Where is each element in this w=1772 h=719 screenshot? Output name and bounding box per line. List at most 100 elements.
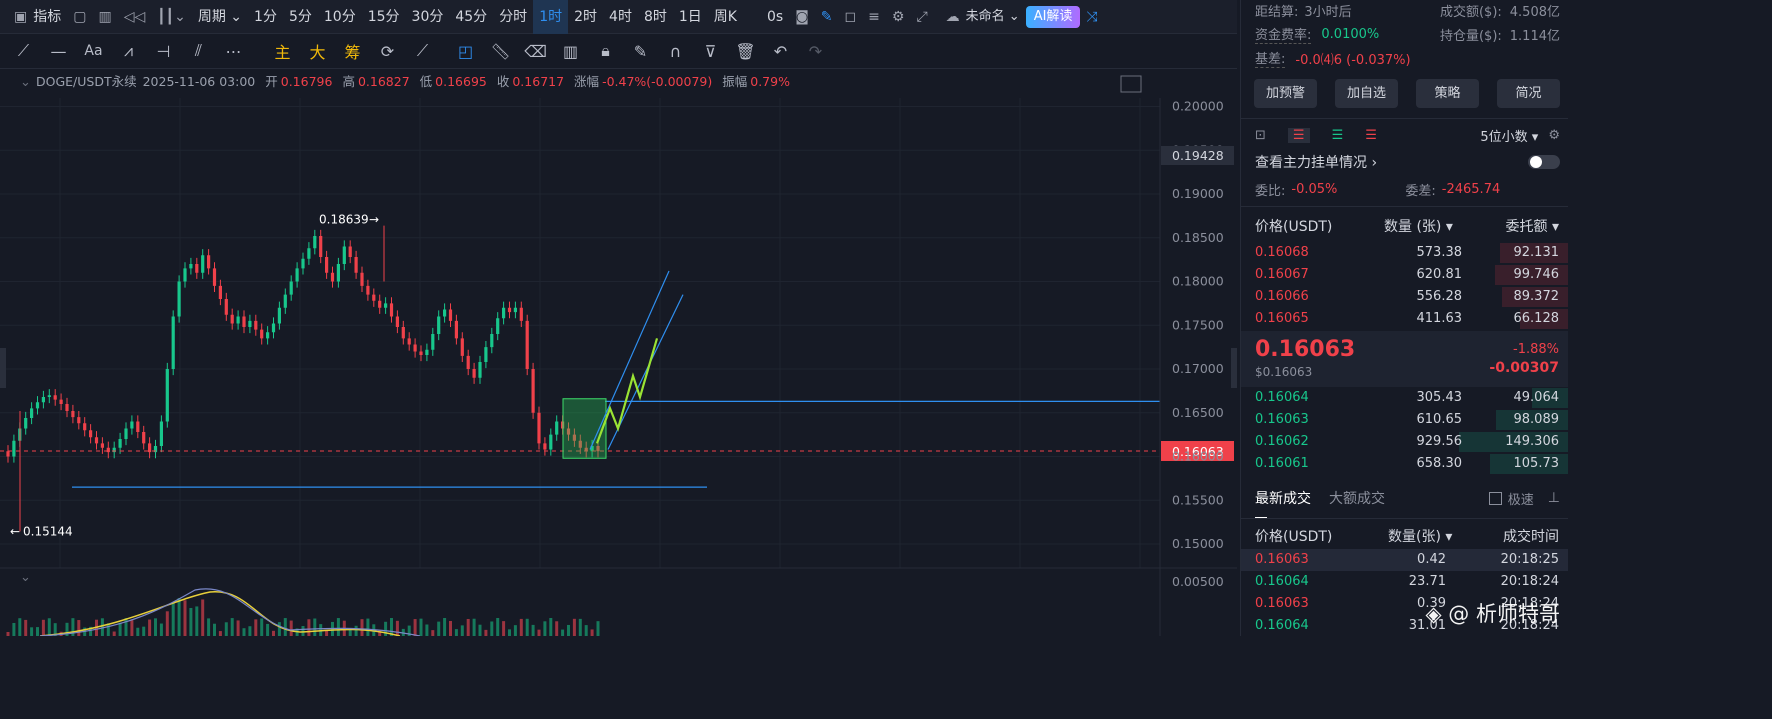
parallel-tool-icon[interactable]: ⫽ bbox=[181, 41, 216, 61]
main-indicator-button[interactable]: 主 bbox=[265, 39, 300, 63]
chips-button[interactable]: 筹 bbox=[335, 39, 370, 63]
timeframe-0[interactable]: 1分 bbox=[248, 0, 283, 34]
pen-icon[interactable]: ✎ bbox=[815, 9, 839, 25]
strategy-button[interactable]: 策略 bbox=[1416, 79, 1479, 108]
tab-large-trades[interactable]: 大额成交 bbox=[1329, 488, 1385, 508]
delete-icon[interactable]: 🗑︎ bbox=[728, 42, 763, 61]
timeframe-2[interactable]: 10分 bbox=[318, 0, 362, 34]
ruler-icon[interactable]: 📏︎ bbox=[483, 42, 518, 61]
period-dropdown[interactable]: 周期 ⌄ bbox=[192, 0, 248, 34]
candle-body bbox=[502, 307, 506, 319]
depth-toggle[interactable] bbox=[1528, 155, 1560, 169]
indicator-button[interactable]: 指标 bbox=[33, 0, 67, 34]
ob-bids-icon[interactable]: ☰ bbox=[1332, 128, 1344, 143]
row-qty: 411.63 bbox=[1416, 311, 1463, 326]
volume-bar bbox=[325, 630, 329, 636]
candle-body bbox=[283, 294, 287, 308]
eraser-icon[interactable]: ⌫ bbox=[518, 42, 553, 61]
candle-body bbox=[431, 334, 435, 350]
trades-header-qty[interactable]: 数量(张) ▾ bbox=[1388, 526, 1452, 546]
timeframe-10[interactable]: 8时 bbox=[638, 0, 673, 34]
indicator-icon[interactable]: ▣ bbox=[0, 9, 33, 25]
volume-bar bbox=[213, 623, 216, 636]
text-tool-icon[interactable]: Aa bbox=[76, 43, 111, 59]
bid-row[interactable]: 0.16061 658.30 105.73 bbox=[1241, 453, 1568, 475]
ob-both-icon[interactable]: ☰ bbox=[1287, 127, 1310, 143]
channel-upper-line[interactable] bbox=[589, 270, 670, 450]
cloud-icon[interactable]: ☁ bbox=[940, 9, 966, 25]
camera-icon[interactable]: ◙ bbox=[789, 9, 815, 25]
trendline-tool-icon[interactable]: ⟋ bbox=[6, 41, 41, 61]
candle-pattern-icon[interactable]: ▥ bbox=[553, 42, 588, 61]
ask-row[interactable]: 0.16067 620.81 99.746 bbox=[1241, 264, 1568, 286]
share-icon[interactable]: ⤨ bbox=[1080, 9, 1103, 25]
list-icon[interactable]: ≡ bbox=[862, 9, 886, 25]
timeframe-8[interactable]: 2时 bbox=[568, 0, 603, 34]
ob-mode-icon[interactable]: ⊡ bbox=[1255, 128, 1266, 143]
ask-row[interactable]: 0.16068 573.38 92.131 bbox=[1241, 242, 1568, 264]
depth-link[interactable]: 查看主力挂单情况 › bbox=[1255, 152, 1377, 172]
fullscreen-icon[interactable]: ⤢ bbox=[910, 9, 933, 25]
ob-header-amount[interactable]: 委托额 ▾ bbox=[1506, 216, 1559, 236]
candle-body bbox=[230, 314, 234, 324]
ray-tool-icon[interactable]: ⊣ bbox=[146, 42, 181, 61]
overview-button[interactable]: 简况 bbox=[1497, 79, 1560, 108]
layout-name-dropdown[interactable]: 未命名 ⌄ bbox=[966, 0, 1026, 34]
candle-type-icon[interactable]: ┃┃⌄ bbox=[151, 9, 192, 25]
tab-latest-trades[interactable]: 最新成交 bbox=[1255, 488, 1311, 508]
horizontal-line-icon[interactable]: — bbox=[41, 42, 76, 61]
timeframe-1[interactable]: 5分 bbox=[283, 0, 318, 34]
more-tools-icon[interactable]: ⋯ bbox=[216, 42, 251, 61]
ask-row[interactable]: 0.16066 556.28 89.372 bbox=[1241, 286, 1568, 308]
magnet-icon[interactable]: ∩ bbox=[658, 42, 693, 61]
timeframe-list: 1分 5分 10分 15分 30分 45分 分时 1时 2时 4时 8时 1日 周K bbox=[248, 0, 743, 34]
ob-header-qty[interactable]: 数量 (张) ▾ bbox=[1384, 216, 1453, 236]
timeframe-5[interactable]: 45分 bbox=[449, 0, 493, 34]
gear-icon[interactable]: ⚙ bbox=[1548, 128, 1560, 143]
settings-icon[interactable]: ⚙ bbox=[886, 9, 911, 25]
timeframe-4[interactable]: 30分 bbox=[406, 0, 450, 34]
filter-icon[interactable]: ⊽ bbox=[693, 42, 728, 61]
edit-icon[interactable]: ✎ bbox=[623, 42, 658, 61]
sync-icon[interactable]: ⟳ bbox=[370, 42, 405, 61]
layout-icon[interactable]: ▥ bbox=[92, 9, 117, 25]
rewind-icon[interactable]: ◁◁ bbox=[118, 9, 152, 25]
decimals-dropdown[interactable]: 5位小数 ▾ bbox=[1480, 126, 1538, 145]
undo-icon[interactable]: ↶ bbox=[763, 42, 798, 61]
add-watchlist-button[interactable]: 加自选 bbox=[1335, 79, 1398, 108]
left-drawer-handle[interactable] bbox=[0, 348, 6, 388]
bid-row[interactable]: 0.16063 610.65 98.089 bbox=[1241, 409, 1568, 431]
timeframe-3[interactable]: 15分 bbox=[362, 0, 406, 34]
ai-interpret-button[interactable]: AI解读 bbox=[1025, 5, 1081, 28]
candle-body bbox=[378, 300, 382, 308]
timeframe-9[interactable]: 4时 bbox=[603, 0, 638, 34]
timeframe-11[interactable]: 1日 bbox=[673, 0, 708, 34]
subpane-collapse-icon[interactable]: ⌄ bbox=[20, 570, 31, 585]
collapse-icon[interactable]: ⌄ bbox=[20, 75, 31, 90]
timeframe-6[interactable]: 分时 bbox=[493, 0, 533, 34]
right-drawer-handle[interactable] bbox=[1231, 348, 1237, 388]
select-icon[interactable]: ◰ bbox=[448, 42, 483, 61]
bid-row[interactable]: 0.16062 929.56 149.306 bbox=[1241, 431, 1568, 453]
timeframe-12[interactable]: 周K bbox=[708, 0, 743, 34]
measure-icon[interactable]: ⟋ bbox=[405, 41, 440, 61]
bid-row[interactable]: 0.16064 305.43 49.064 bbox=[1241, 387, 1568, 409]
fast-checkbox[interactable] bbox=[1488, 491, 1502, 505]
add-alert-button[interactable]: 加预警 bbox=[1254, 79, 1317, 108]
trade-settings-icon[interactable]: ⊥ bbox=[1548, 490, 1560, 506]
lock-icon[interactable]: 🔒︎ bbox=[588, 41, 623, 61]
ask-row[interactable]: 0.16065 411.63 66.128 bbox=[1241, 308, 1568, 330]
redo-icon[interactable]: ↷ bbox=[798, 42, 833, 61]
big-order-button[interactable]: 大 bbox=[300, 39, 335, 63]
calendar-icon[interactable]: ▢ bbox=[67, 9, 92, 25]
pattern-tool-icon[interactable]: ⩘ bbox=[111, 41, 146, 61]
candle-body bbox=[195, 264, 199, 273]
price-chart[interactable]: 0.160630.18639→←0.15144 0.200000.195000.… bbox=[0, 70, 1237, 636]
comment-icon[interactable]: ◻ bbox=[839, 9, 863, 25]
ob-asks-icon[interactable]: ☰ bbox=[1365, 128, 1377, 143]
orderbook-header: 价格(USDT) 数量 (张) ▾ 委托额 ▾ bbox=[1241, 213, 1568, 235]
timeframe-7[interactable]: 1时 bbox=[533, 0, 569, 34]
expand-icon[interactable] bbox=[1120, 75, 1142, 93]
volume-bar bbox=[543, 621, 547, 636]
y-tick-label: 0.18000 bbox=[1172, 274, 1224, 289]
